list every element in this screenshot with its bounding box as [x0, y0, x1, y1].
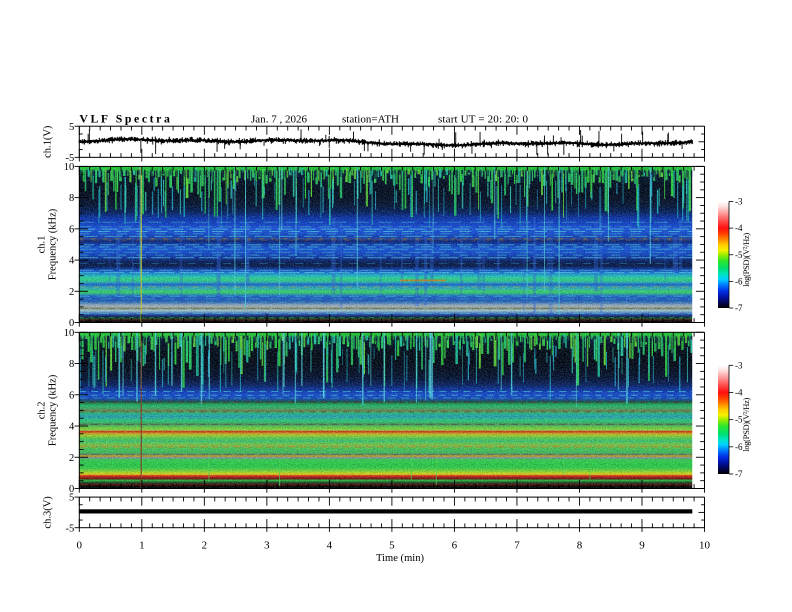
svg-text:6: 6 [452, 539, 458, 551]
svg-text:8: 8 [577, 539, 583, 551]
svg-text:10: 10 [64, 328, 75, 339]
svg-text:7: 7 [514, 539, 520, 551]
svg-text:4: 4 [327, 539, 333, 551]
svg-text:Frequency (kHz): Frequency (kHz) [48, 374, 59, 446]
svg-text:4: 4 [69, 256, 75, 267]
svg-text:ch.1(V): ch.1(V) [43, 125, 54, 158]
svg-text:0: 0 [69, 484, 74, 495]
svg-text:0: 0 [77, 539, 83, 551]
svg-text:Frequency (kHz): Frequency (kHz) [48, 208, 59, 280]
svg-text:10: 10 [699, 539, 711, 551]
svg-text:ch.1: ch.1 [37, 236, 48, 254]
svg-text:8: 8 [69, 359, 74, 370]
svg-text:-4: -4 [735, 223, 743, 233]
svg-text:-7: -7 [735, 303, 743, 313]
svg-text:station=ATH: station=ATH [342, 113, 399, 125]
svg-text:start UT = 20: 20: 0: start UT = 20: 20: 0 [438, 113, 529, 125]
svg-text:5: 5 [389, 539, 395, 551]
svg-text:10: 10 [64, 162, 75, 173]
svg-text:log(PSD)(V²/Hz): log(PSD)(V²/Hz) [741, 397, 751, 451]
svg-text:6: 6 [69, 224, 74, 235]
svg-text:-3: -3 [735, 197, 743, 207]
svg-text:2: 2 [202, 539, 208, 551]
svg-text:ch.2: ch.2 [37, 402, 48, 420]
svg-text:5: 5 [69, 122, 74, 133]
svg-text:ch.3(V): ch.3(V) [43, 496, 54, 529]
svg-text:-3: -3 [735, 360, 743, 370]
svg-text:Time (min): Time (min) [376, 553, 425, 564]
svg-text:4: 4 [69, 422, 75, 433]
svg-text:Jan. 7 , 2026: Jan. 7 , 2026 [251, 113, 308, 125]
svg-text:3: 3 [264, 539, 270, 551]
svg-text:2: 2 [69, 287, 74, 298]
svg-text:VLF Spectra: VLF Spectra [79, 111, 170, 125]
svg-text:1: 1 [139, 539, 145, 551]
svg-text:8: 8 [69, 193, 74, 204]
svg-text:9: 9 [639, 539, 645, 551]
svg-text:-4: -4 [735, 387, 743, 397]
svg-text:2: 2 [69, 453, 74, 464]
svg-text:-7: -7 [735, 469, 743, 479]
svg-text:log(PSD)(V²/Hz): log(PSD)(V²/Hz) [741, 233, 751, 287]
svg-text:6: 6 [69, 390, 74, 401]
svg-text:-5: -5 [66, 523, 75, 534]
